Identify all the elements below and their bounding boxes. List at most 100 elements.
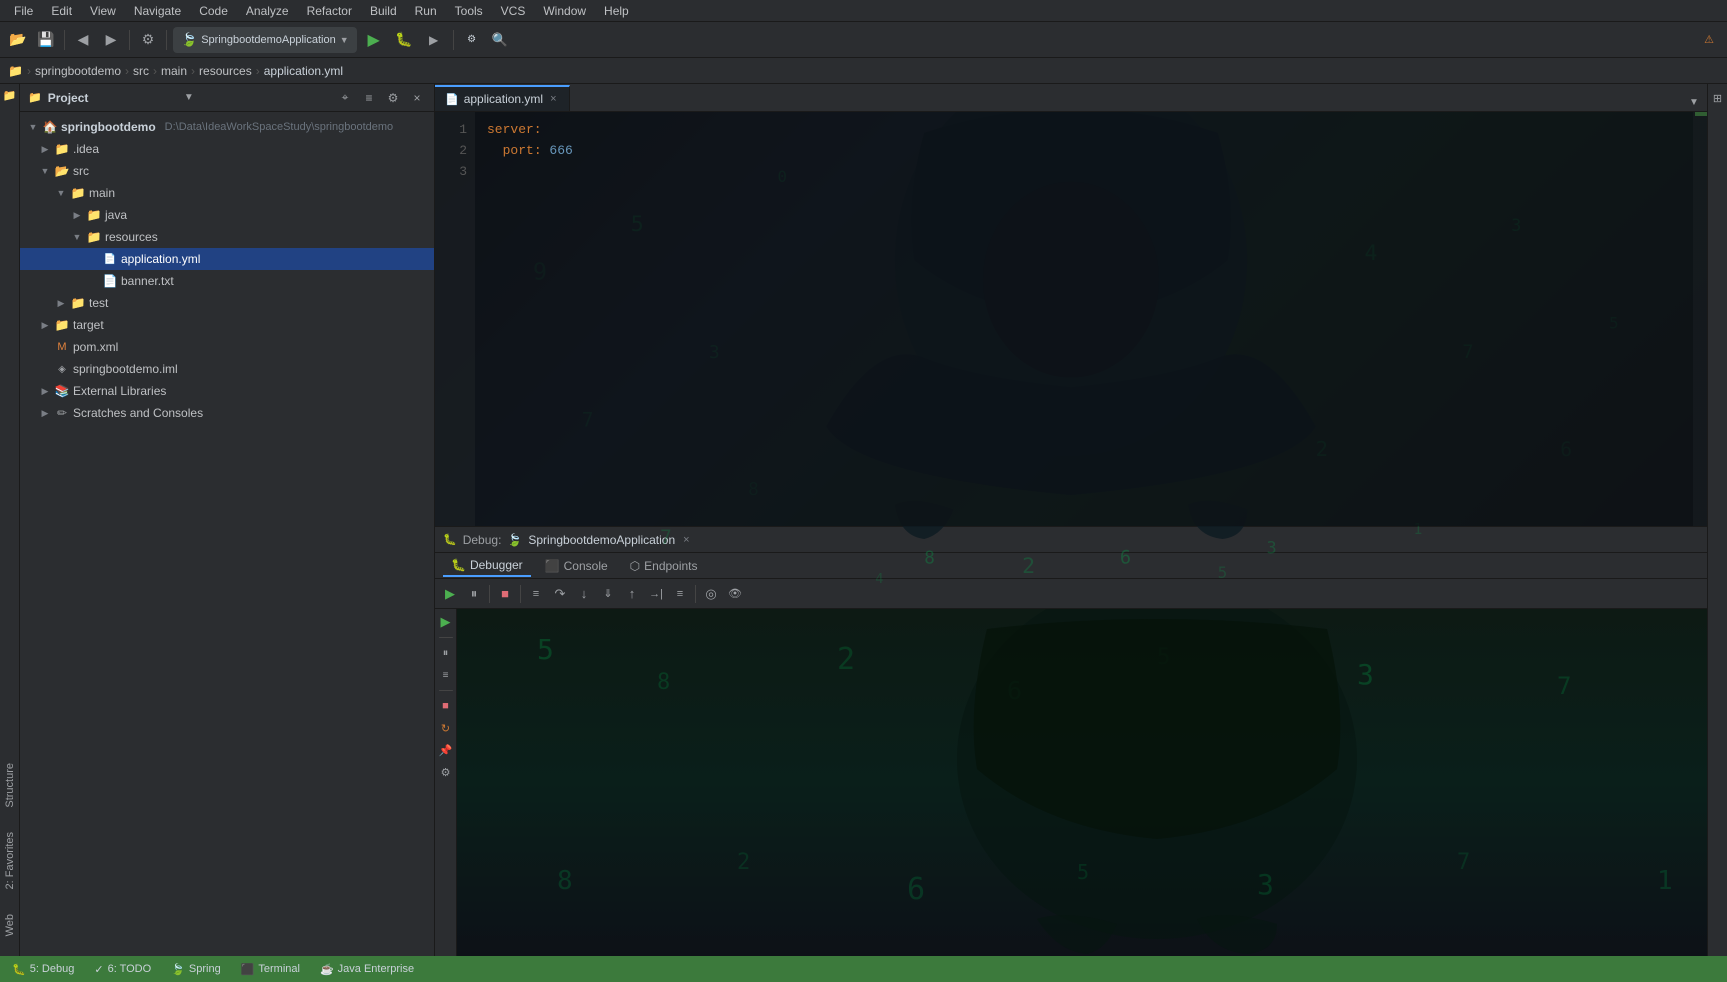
right-sidebar-icon[interactable]: ⊞ <box>1709 89 1727 107</box>
tree-item-iml[interactable]: ▶ ◈ springbootdemo.iml <box>20 358 434 380</box>
menu-window[interactable]: Window <box>535 2 594 20</box>
tree-src-arrow: ▼ <box>39 165 51 177</box>
debug-evaluate-btn[interactable]: ≡ <box>669 583 691 605</box>
tree-extlibs-arrow: ▶ <box>39 385 51 397</box>
sidebar-project-icon[interactable]: 📁 <box>1 88 19 106</box>
debug-run-to-cursor-btn[interactable]: →| <box>645 583 667 605</box>
tree-item-ext-libs[interactable]: ▶ 📚 External Libraries <box>20 380 434 402</box>
editor-tab-application-yml[interactable]: 📄 application.yml × <box>435 85 570 111</box>
menu-edit[interactable]: Edit <box>43 2 80 20</box>
sdk-button[interactable]: ⚙ <box>460 28 484 52</box>
tree-item-banner-txt[interactable]: ▶ 📄 banner.txt <box>20 270 434 292</box>
project-settings[interactable]: ⚙ <box>384 89 402 107</box>
tree-item-resources[interactable]: ▼ 📁 resources <box>20 226 434 248</box>
sidebar-web-label[interactable]: Web <box>2 906 18 944</box>
tree-root-springbootdemo[interactable]: ▼ 🏠 springbootdemo D:\Data\IdeaWorkSpace… <box>20 116 434 138</box>
status-terminal[interactable]: ⬛ Terminal <box>237 963 304 976</box>
line-num-2: 2 <box>435 141 475 162</box>
tree-pom-label: pom.xml <box>73 340 118 354</box>
status-spring[interactable]: 🍃 Spring <box>167 963 225 976</box>
code-content[interactable]: server: port: 666 <box>475 112 1693 526</box>
run-button[interactable]: ▶ <box>361 27 387 53</box>
menu-vcs[interactable]: VCS <box>493 2 534 20</box>
tree-item-idea[interactable]: ▶ 📁 .idea <box>20 138 434 160</box>
debug-side-sep2 <box>439 690 453 691</box>
menu-navigate[interactable]: Navigate <box>126 2 189 20</box>
debug-tab-console[interactable]: ⬛ Console <box>537 555 616 577</box>
tree-item-java[interactable]: ▶ 📁 java <box>20 204 434 226</box>
tree-item-application-yml[interactable]: ▶ 📄 application.yml <box>20 248 434 270</box>
debug-side-settings-btn[interactable]: ⚙ <box>437 763 455 781</box>
tree-item-scratches[interactable]: ▶ ✏ Scratches and Consoles <box>20 402 434 424</box>
debug-step-into-btn[interactable]: ↓ <box>573 583 595 605</box>
notifications-button[interactable]: ⚠ <box>1697 28 1721 52</box>
tree-item-test[interactable]: ▶ 📁 test <box>20 292 434 314</box>
editor-tab-close[interactable]: × <box>548 93 558 105</box>
run-config-selector[interactable]: 🍃 SpringbootdemoApplication ▼ <box>173 27 357 53</box>
debug-stop-btn[interactable]: ■ <box>494 583 516 605</box>
debug-tab-endpoints[interactable]: ⬡ Endpoints <box>622 555 706 577</box>
debug-side-frames-btn[interactable]: ≡ <box>437 666 455 684</box>
debug-step-over-btn[interactable]: ↷ <box>549 583 571 605</box>
breadcrumb-main[interactable]: main <box>161 64 187 78</box>
breadcrumb-springbootdemo[interactable]: springbootdemo <box>35 64 121 78</box>
tree-item-pom-xml[interactable]: ▶ M pom.xml <box>20 336 434 358</box>
open-file-button[interactable]: 📂 <box>6 28 30 52</box>
tree-item-src[interactable]: ▼ 📂 src <box>20 160 434 182</box>
menu-build[interactable]: Build <box>362 2 405 20</box>
status-todo[interactable]: ✓ 6: TODO <box>90 963 155 976</box>
menu-help[interactable]: Help <box>596 2 637 20</box>
project-scroll-to-source[interactable]: ⌖ <box>336 89 354 107</box>
debug-frames-btn[interactable]: ≡ <box>525 583 547 605</box>
editor-area: 5 3 7 0 4 7 3 2 6 8 9 5 8 2 6 5 4 3 7 1 <box>435 84 1707 526</box>
save-button[interactable]: 💾 <box>34 28 58 52</box>
menu-bar: File Edit View Navigate Code Analyze Ref… <box>0 0 1727 22</box>
debug-side-pause-btn[interactable]: ⏸ <box>437 644 455 662</box>
debug-variables-btn[interactable]: ◎ <box>700 583 722 605</box>
status-java-enterprise[interactable]: ☕ Java Enterprise <box>316 963 418 976</box>
menu-refactor[interactable]: Refactor <box>299 2 360 20</box>
settings-button[interactable]: ⚙ <box>136 28 160 52</box>
menu-view[interactable]: View <box>82 2 124 20</box>
tree-target-arrow: ▶ <box>39 319 51 331</box>
editor-recent-files[interactable]: ▼ <box>1685 93 1703 111</box>
breadcrumb-sep-2: › <box>125 64 129 78</box>
sidebar-structure-label[interactable]: Structure <box>2 755 18 816</box>
tree-iml-label: springbootdemo.iml <box>73 362 178 376</box>
debug-session-close[interactable]: × <box>681 534 691 546</box>
debug-resume-btn[interactable]: ▶ <box>439 583 461 605</box>
project-close[interactable]: × <box>408 89 426 107</box>
tree-item-main[interactable]: ▼ 📁 main <box>20 182 434 204</box>
debug-side-separator <box>439 637 453 638</box>
debug-side-stop-btn[interactable]: ■ <box>437 697 455 715</box>
breadcrumb-file[interactable]: application.yml <box>264 64 343 78</box>
breadcrumb-resources[interactable]: resources <box>199 64 252 78</box>
debug-side-resume-btn[interactable]: ▶ <box>437 613 455 631</box>
forward-button[interactable]: ▶ <box>99 28 123 52</box>
tree-item-target[interactable]: ▶ 📁 target <box>20 314 434 336</box>
line-num-1: 1 <box>435 120 475 141</box>
search-everywhere-button[interactable]: 🔍 <box>488 28 512 52</box>
tree-extlibs-icon: 📚 <box>54 383 70 399</box>
debug-side-rerun-btn[interactable]: ↻ <box>437 719 455 737</box>
coverage-button[interactable]: ▶ <box>421 27 447 53</box>
back-button[interactable]: ◀ <box>71 28 95 52</box>
menu-code[interactable]: Code <box>191 2 236 20</box>
menu-tools[interactable]: Tools <box>447 2 491 20</box>
debug-side-pin-btn[interactable]: 📌 <box>437 741 455 759</box>
sidebar-favorites-label[interactable]: 2: Favorites <box>2 824 18 897</box>
debug-tab-debugger[interactable]: 🐛 Debugger <box>443 555 531 577</box>
project-collapse-all[interactable]: ≡ <box>360 89 378 107</box>
menu-run[interactable]: Run <box>407 2 445 20</box>
breadcrumb-src[interactable]: src <box>133 64 149 78</box>
status-debug[interactable]: 🐛 5: Debug <box>8 963 78 976</box>
menu-analyze[interactable]: Analyze <box>238 2 297 20</box>
debug-watches-btn[interactable]: 👁 <box>724 583 746 605</box>
debug-button[interactable]: 🐛 <box>391 27 417 53</box>
debug-force-step-into-btn[interactable]: ⇓ <box>597 583 619 605</box>
debug-step-out-btn[interactable]: ↑ <box>621 583 643 605</box>
debug-toolbar-sep-3 <box>695 585 696 603</box>
menu-file[interactable]: File <box>6 2 41 20</box>
debug-pause-btn[interactable]: ⏸ <box>463 583 485 605</box>
breadcrumb-project[interactable]: 📁 <box>8 64 23 78</box>
